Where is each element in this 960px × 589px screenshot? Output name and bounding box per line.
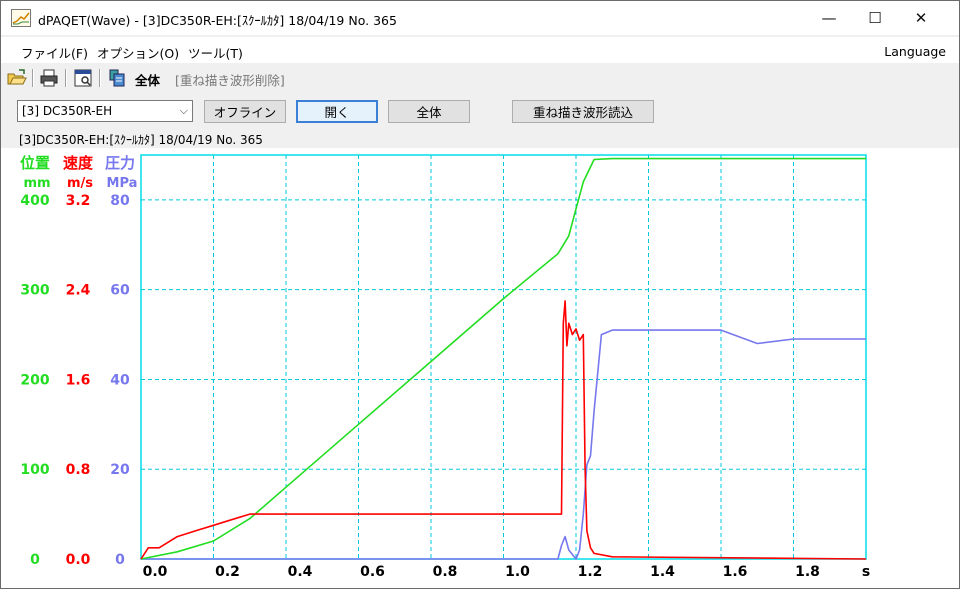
menu-option[interactable]: オプション(O)	[97, 43, 179, 62]
open-button[interactable]: 開く	[296, 100, 378, 123]
print-icon[interactable]	[39, 68, 59, 88]
menu-bar: ファイル(F) オプション(O) ツール(T) Language	[1, 37, 959, 63]
offline-button[interactable]: オフライン	[204, 100, 286, 123]
overlay-read-button[interactable]: 重ね描き波形読込	[512, 100, 654, 123]
toolbar-all-button[interactable]: 全体	[135, 70, 160, 89]
menu-file[interactable]: ファイル(F)	[21, 43, 88, 62]
window-title: dPAQET(Wave) - [3]DC350R-EH:[ｽｸｰﾙｶﾀ] 18/…	[38, 13, 397, 28]
print-preview-icon[interactable]	[73, 68, 93, 88]
close-button[interactable]: ✕	[898, 1, 944, 35]
minimize-button[interactable]: —	[806, 1, 852, 35]
toolbar-separator	[65, 69, 67, 87]
machine-select-value: [3] DC350R-EH	[22, 104, 113, 118]
all-button[interactable]: 全体	[388, 100, 470, 123]
toolbar-separator	[32, 69, 34, 87]
machine-select[interactable]: [3] DC350R-EH ⌵	[17, 100, 193, 122]
app-wave-icon[interactable]	[11, 9, 31, 27]
maximize-button[interactable]: ☐	[852, 1, 898, 35]
app-window: dPAQET(Wave) - [3]DC350R-EH:[ｽｸｰﾙｶﾀ] 18/…	[0, 0, 960, 589]
toolbar-separator	[99, 69, 101, 87]
menu-tools[interactable]: ツール(T)	[188, 43, 243, 62]
toolbar-overlay-delete[interactable]: [重ね描き波形削除]	[175, 70, 285, 89]
open-folder-icon[interactable]	[7, 68, 27, 88]
record-info: [3]DC350R-EH:[ｽｸｰﾙｶﾀ] 18/04/19 No. 365	[19, 133, 263, 147]
chart-background	[1, 148, 959, 588]
export-icon[interactable]	[107, 68, 127, 88]
menu-language[interactable]: Language	[884, 44, 946, 59]
chevron-down-icon: ⌵	[179, 104, 188, 117]
title-bar: dPAQET(Wave) - [3]DC350R-EH:[ｽｸｰﾙｶﾀ] 18/…	[1, 1, 959, 35]
toolbar: 全体 [重ね描き波形削除]	[1, 63, 959, 93]
